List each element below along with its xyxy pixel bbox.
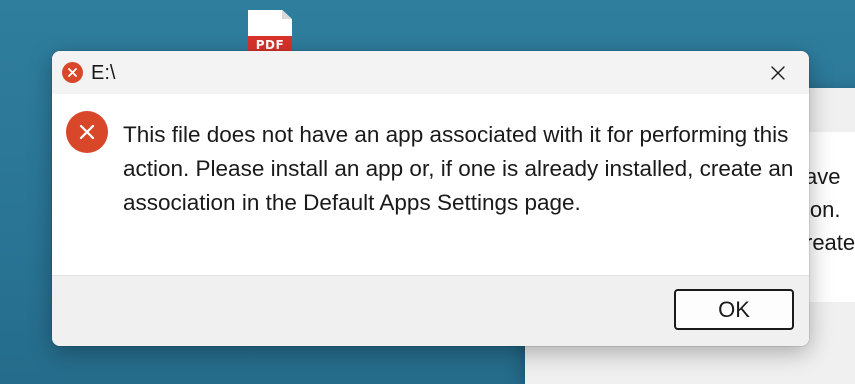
background-dialog-line-3: reate <box>805 230 855 255</box>
background-dialog-text: ave ion. reate <box>805 160 855 259</box>
error-message: This file does not have an app associate… <box>123 122 794 215</box>
dialog-content: This file does not have an app associate… <box>52 94 809 276</box>
background-dialog-line-2: ion. <box>805 197 841 222</box>
close-button[interactable] <box>757 57 799 89</box>
background-dialog-line-1: ave <box>805 164 841 189</box>
ok-button[interactable]: OK <box>674 289 794 330</box>
close-icon <box>771 66 785 80</box>
desktop: PDF ave ion. reate E:\ This file does no… <box>0 0 855 384</box>
dialog-titlebar[interactable]: E:\ <box>52 51 809 94</box>
error-icon <box>62 62 83 83</box>
error-dialog: E:\ This file does not have an app assoc… <box>52 51 809 346</box>
error-icon <box>66 111 108 153</box>
dialog-title: E:\ <box>91 62 116 84</box>
pdf-page-fold <box>282 10 292 19</box>
dialog-footer: OK <box>52 276 809 346</box>
